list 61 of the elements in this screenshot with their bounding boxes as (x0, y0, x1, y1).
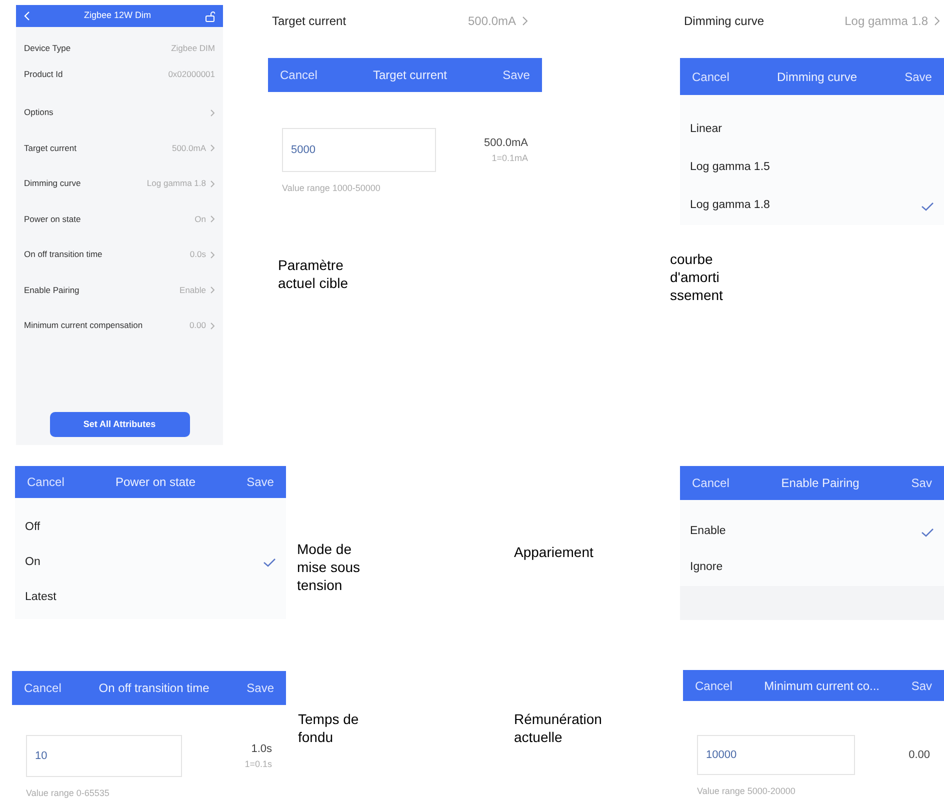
chevron-right-icon (522, 16, 528, 26)
option-row[interactable]: Off (15, 510, 286, 545)
chevron-right-icon (210, 250, 215, 259)
value-range-hint: Value range 1000-50000 (282, 182, 382, 195)
back-icon (24, 11, 30, 21)
input-field[interactable]: 5000 (282, 128, 436, 172)
chevron-right-icon (210, 180, 215, 188)
cancel-link[interactable]: Cancel (27, 473, 64, 491)
unit-note: 1=0.1s (244, 758, 272, 770)
dialog-title: Power on state (115, 474, 196, 491)
settings-row[interactable]: Dimming curve Log gamma 1.8 (684, 11, 940, 31)
chevron-right-icon (210, 286, 215, 294)
value-reading: 500.0mA (484, 136, 528, 151)
caption-text: Mode de mise sous tension (297, 540, 362, 594)
value-reading: 1.0s (251, 742, 272, 757)
save-link[interactable]: Sav (911, 676, 932, 694)
checkmark-icon (921, 202, 934, 210)
dialog-title: Target current (372, 67, 448, 84)
caption-text: Rémunération actuelle (514, 710, 603, 746)
value-reading: 0.00 (908, 748, 930, 763)
save-link[interactable]: Save (904, 68, 932, 86)
option-row[interactable]: Log gamma 1.5 (680, 149, 944, 187)
save-link[interactable]: Sav (911, 474, 932, 492)
header-title: Zigbee 12W Dim (84, 9, 152, 22)
settings-row[interactable]: Target current 500.0mA (272, 11, 528, 31)
dialog-title: Enable Pairing (781, 475, 860, 492)
cancel-link[interactable]: Cancel (692, 474, 730, 492)
value-range-hint: Value range 5000-20000 (697, 785, 796, 798)
chevron-right-icon (210, 144, 215, 152)
save-link[interactable]: Save (246, 679, 274, 697)
unlock-icon (205, 10, 215, 22)
input-field[interactable]: 10000 (697, 735, 855, 775)
cancel-link[interactable]: Cancel (24, 679, 62, 697)
chevron-right-icon (210, 322, 215, 330)
option-row[interactable]: Log gamma 1.8 (680, 187, 944, 225)
option-row[interactable]: Latest (15, 580, 286, 615)
cancel-link[interactable]: Cancel (280, 66, 318, 84)
unit-note: 1=0.1mA (492, 152, 528, 164)
dialog-title: On off transition time (98, 680, 210, 697)
checkmark-icon (921, 528, 934, 536)
input-field[interactable]: 10 (26, 735, 182, 777)
dialog-title: Dimming curve (776, 68, 857, 86)
value-range-hint: Value range 0-65535 (26, 787, 110, 800)
save-link[interactable]: Save (246, 473, 274, 491)
caption-text: courbe d'amortissement (670, 250, 724, 304)
chevron-right-icon (210, 108, 215, 117)
cancel-link[interactable]: Cancel (692, 68, 730, 86)
cancel-link[interactable]: Cancel (695, 676, 732, 694)
option-row[interactable]: Linear (680, 111, 944, 149)
caption-text: Appariement (514, 543, 594, 561)
option-row[interactable]: Enable (680, 514, 944, 550)
caption-text: Temps de fondu (298, 710, 360, 746)
option-row[interactable]: Ignore (680, 550, 944, 586)
caption-text: Paramètre actuel cible (278, 256, 350, 292)
checkmark-icon (263, 558, 276, 567)
chevron-right-icon (934, 16, 940, 26)
chevron-right-icon (210, 215, 215, 224)
save-link[interactable]: Save (502, 66, 530, 84)
option-row[interactable]: On (15, 545, 286, 580)
dialog-title: Minimum current co... (764, 678, 880, 694)
set-all-attributes-button[interactable]: Set All Attributes (50, 412, 190, 437)
